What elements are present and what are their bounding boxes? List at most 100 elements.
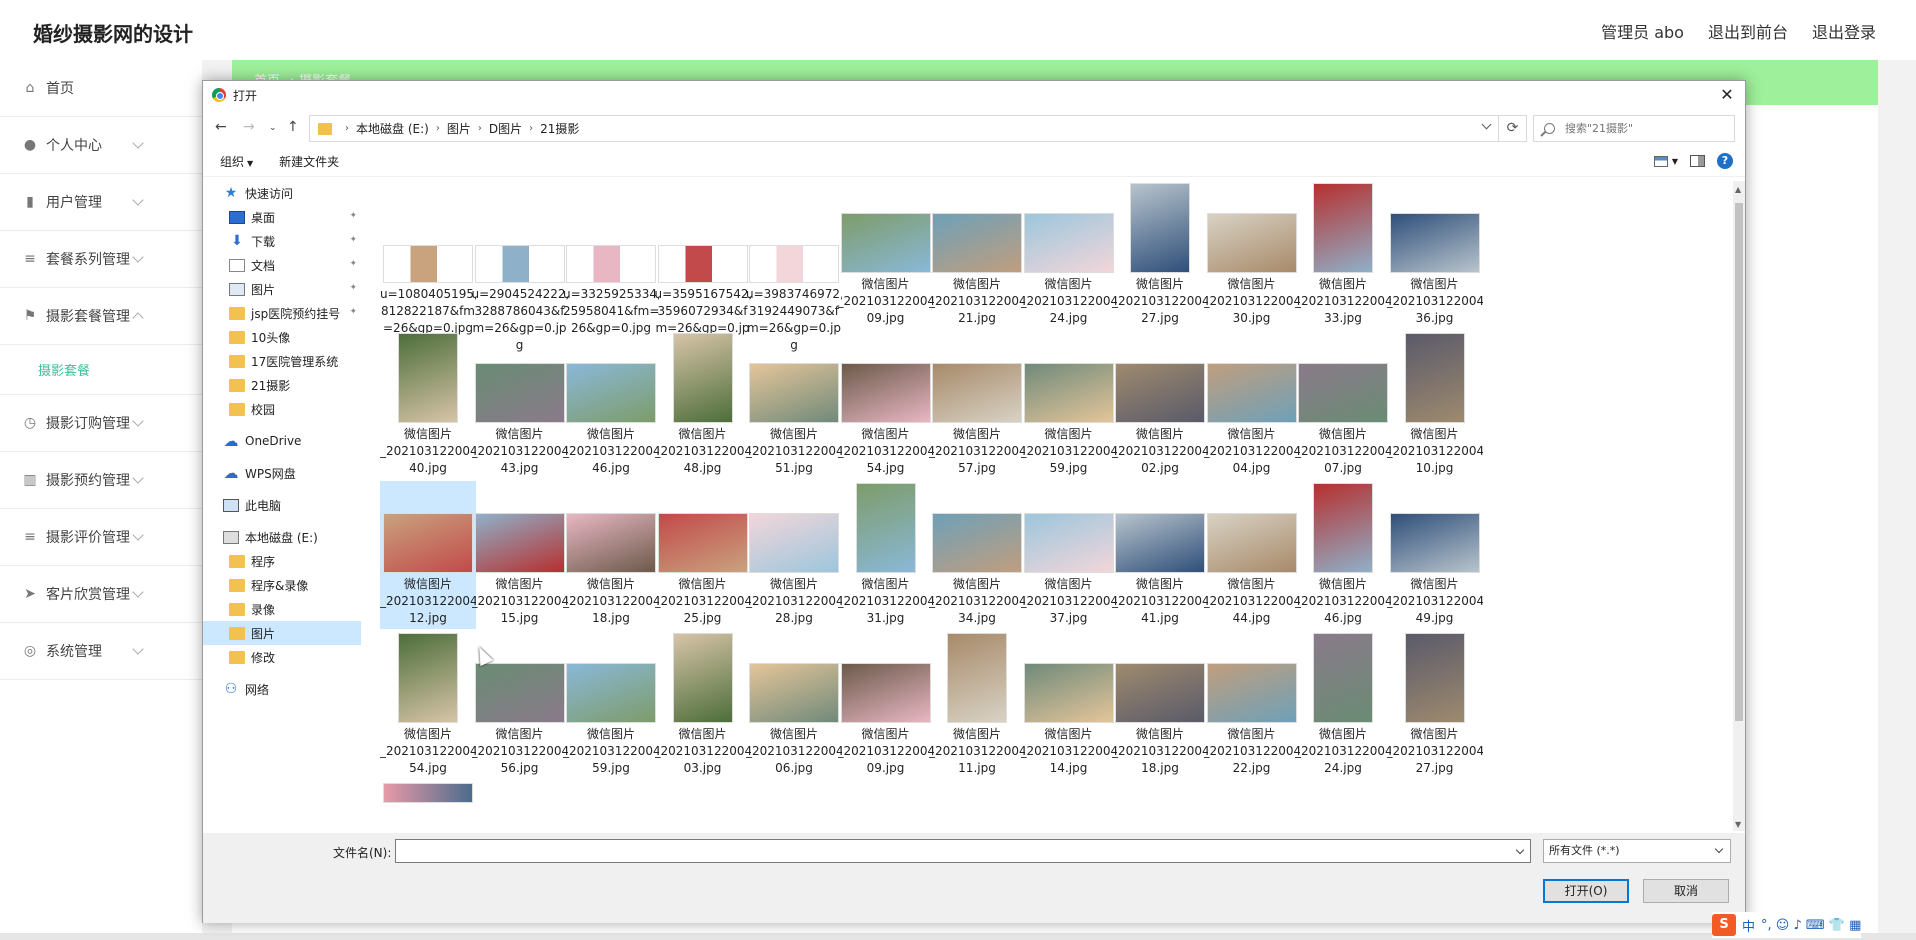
file-item[interactable]: 微信图片 _2021031220047 02.jpg	[1112, 331, 1208, 479]
file-item[interactable]: 微信图片 _2021031220046 36.jpg	[1387, 181, 1483, 329]
file-item[interactable]: 微信图片 _2021031220047 59.jpg	[563, 631, 659, 779]
ime-tools[interactable]: °, ☺ ♪ ⌨ 👕 ▦	[1761, 918, 1861, 933]
tree-item[interactable]: ☁ WPS网盘	[203, 461, 361, 485]
tree-item[interactable]: 10头像	[203, 325, 361, 349]
sogou-logo[interactable]: S	[1712, 914, 1736, 936]
tree-item[interactable]: ⚇ 网络	[203, 677, 361, 701]
sidebar-item[interactable]: ▥ 摄影预约管理	[0, 452, 202, 509]
file-item[interactable]	[380, 781, 476, 829]
file-item[interactable]: u=1080405195, 812822187&fm =26&gp=0.jpg	[380, 181, 476, 335]
file-item[interactable]: 微信图片 _2021031220046 54.jpg	[838, 331, 934, 479]
file-item[interactable]: 微信图片 _2021031220046 57.jpg	[929, 331, 1025, 479]
scroll-up-icon[interactable]: ▲	[1735, 185, 1741, 194]
path-crumb[interactable]: 21摄影	[540, 120, 579, 137]
new-folder-button[interactable]: 新建文件夹	[279, 153, 339, 170]
tree-item[interactable]: 文档 ✦	[203, 253, 361, 277]
file-item[interactable]: 微信图片 _2021031220047 28.jpg	[746, 481, 842, 629]
file-item[interactable]: 微信图片 _2021031220048 18.jpg	[1112, 631, 1208, 779]
refresh-button[interactable]: ⟳	[1499, 115, 1527, 142]
sidebar-item[interactable]: ≡ 摄影评价管理	[0, 509, 202, 566]
file-item[interactable]: 微信图片 _2021031220048 14.jpg	[1021, 631, 1117, 779]
header-link[interactable]: 退出登录	[1812, 19, 1876, 43]
filetype-select[interactable]: 所有文件 (*.*)	[1543, 839, 1731, 863]
tree-item[interactable]: 图片 ✦	[203, 277, 361, 301]
file-item[interactable]: 微信图片 _2021031220046 30.jpg	[1204, 181, 1300, 329]
file-item[interactable]: 微信图片 _2021031220047 46.jpg	[1295, 481, 1391, 629]
search-box[interactable]	[1533, 115, 1735, 142]
file-item[interactable]: 微信图片 _2021031220047 41.jpg	[1112, 481, 1208, 629]
file-item[interactable]: 微信图片 _2021031220047 44.jpg	[1204, 481, 1300, 629]
path-crumb[interactable]: 图片	[447, 120, 471, 137]
ime-language[interactable]: 中	[1742, 916, 1755, 935]
sidebar-item[interactable]: ≡ 套餐系列管理	[0, 231, 202, 288]
file-item[interactable]: 微信图片 _2021031220048 09.jpg	[838, 631, 934, 779]
preview-pane-icon[interactable]	[1690, 155, 1705, 167]
file-item[interactable]: 微信图片 _2021031220047 34.jpg	[929, 481, 1025, 629]
file-item[interactable]: 微信图片 _2021031220048 06.jpg	[746, 631, 842, 779]
tree-item[interactable]: 桌面 ✦	[203, 205, 361, 229]
tree-item[interactable]: ★ 快速访问	[203, 181, 361, 205]
header-link[interactable]: 管理员 abo	[1601, 19, 1684, 43]
path-crumb[interactable]: 本地磁盘 (E:)	[356, 120, 429, 137]
sidebar-item[interactable]: ◷ 摄影订购管理	[0, 395, 202, 452]
tree-item[interactable]: jsp医院预约挂号 ✦	[203, 301, 361, 325]
file-item[interactable]: 微信图片 _2021031220048 11.jpg	[929, 631, 1025, 779]
close-button[interactable]: ✕	[1717, 85, 1737, 105]
tree-item[interactable]: 此电脑	[203, 493, 361, 517]
file-item[interactable]: 微信图片 _2021031220046 33.jpg	[1295, 181, 1391, 329]
tree-item[interactable]: 录像	[203, 597, 361, 621]
sidebar-item[interactable]: ▮ 用户管理	[0, 174, 202, 231]
file-item[interactable]: 微信图片 _2021031220047 37.jpg	[1021, 481, 1117, 629]
tree-item[interactable]: 本地磁盘 (E:)	[203, 525, 361, 549]
file-item[interactable]: 微信图片 _2021031220047 18.jpg	[563, 481, 659, 629]
file-item[interactable]: u=3325925334, 25958041&fm= 26&gp=0.jpg	[563, 181, 659, 335]
file-item[interactable]: 微信图片 _2021031220047 25.jpg	[655, 481, 751, 629]
file-item[interactable]: 微信图片 _2021031220046 59.jpg	[1021, 331, 1117, 479]
file-item[interactable]: 微信图片 _2021031220047 07.jpg	[1295, 331, 1391, 479]
tree-item[interactable]: 图片	[203, 621, 361, 645]
tree-item[interactable]: 程序&录像	[203, 573, 361, 597]
cancel-button[interactable]: 取消	[1643, 879, 1729, 903]
file-item[interactable]: 微信图片 _2021031220047 54.jpg	[380, 631, 476, 779]
scroll-down-icon[interactable]: ▼	[1735, 820, 1741, 829]
file-item[interactable]: 微信图片 _2021031220046 46.jpg	[563, 331, 659, 479]
chevron-down-icon[interactable]	[1481, 119, 1492, 130]
sidebar-subitem[interactable]: 摄影套餐	[0, 345, 202, 395]
file-item[interactable]: 微信图片 _2021031220047 10.jpg	[1387, 331, 1483, 479]
file-item[interactable]: 微信图片 _2021031220047 15.jpg	[472, 481, 568, 629]
file-item[interactable]: 微信图片 _2021031220048 22.jpg	[1204, 631, 1300, 779]
open-button[interactable]: 打开(O)	[1543, 879, 1629, 903]
file-item[interactable]: u=3983746972, 3192449073&f m=26&gp=0.jp g	[746, 181, 842, 352]
tree-item[interactable]: 校园	[203, 397, 361, 421]
file-item[interactable]: u=3595167542,3596072934&fm=26&gp=0.jpg	[655, 181, 751, 352]
back-button[interactable]: ←	[215, 119, 227, 135]
sidebar-item[interactable]: ◎ 系统管理	[0, 623, 202, 680]
file-grid-scrollbar[interactable]: ▲ ▼	[1733, 181, 1745, 831]
help-icon[interactable]: ?	[1717, 153, 1733, 169]
scroll-thumb[interactable]	[1735, 203, 1743, 721]
search-input[interactable]	[1565, 122, 1725, 135]
file-item[interactable]: 微信图片 _2021031220046 48.jpg	[655, 331, 751, 479]
file-item[interactable]: u=2904524222, 3288786043&f m=26&gp=0.jp g	[472, 181, 568, 352]
header-link[interactable]: 退出到前台	[1708, 19, 1788, 43]
file-item[interactable]: 微信图片 _2021031220047 12.jpg	[380, 481, 476, 629]
sidebar-item[interactable]: ➤ 客片欣赏管理	[0, 566, 202, 623]
file-item[interactable]: 微信图片 _2021031220047 31.jpg	[838, 481, 934, 629]
file-item[interactable]: 微信图片 _2021031220046 24.jpg	[1021, 181, 1117, 329]
recent-locations-button[interactable]: ⌄	[269, 123, 277, 133]
file-item[interactable]: 微信图片 _2021031220047 04.jpg	[1204, 331, 1300, 479]
file-item[interactable]: 微信图片 _2021031220048 03.jpg	[655, 631, 751, 779]
file-item[interactable]: 微信图片 _2021031220048 24.jpg	[1295, 631, 1391, 779]
file-item[interactable]: 微信图片 _2021031220046 27.jpg	[1112, 181, 1208, 329]
sidebar-item[interactable]: ⚑ 摄影套餐管理	[0, 288, 202, 345]
file-item[interactable]: 微信图片 _2021031220046 51.jpg	[746, 331, 842, 479]
path-crumb[interactable]: D图片	[489, 120, 522, 137]
tree-item[interactable]: ☁ OneDrive	[203, 429, 361, 453]
tree-item[interactable]: 程序	[203, 549, 361, 573]
view-dropdown-icon[interactable]: ▼	[1672, 157, 1678, 166]
file-item[interactable]: 微信图片 _2021031220046 21.jpg	[929, 181, 1025, 329]
filename-input[interactable]	[395, 839, 1531, 863]
organize-button[interactable]: 组织 ▼	[220, 153, 253, 170]
tree-item[interactable]: 17医院管理系统	[203, 349, 361, 373]
tree-item[interactable]: ⬇ 下载 ✦	[203, 229, 361, 253]
